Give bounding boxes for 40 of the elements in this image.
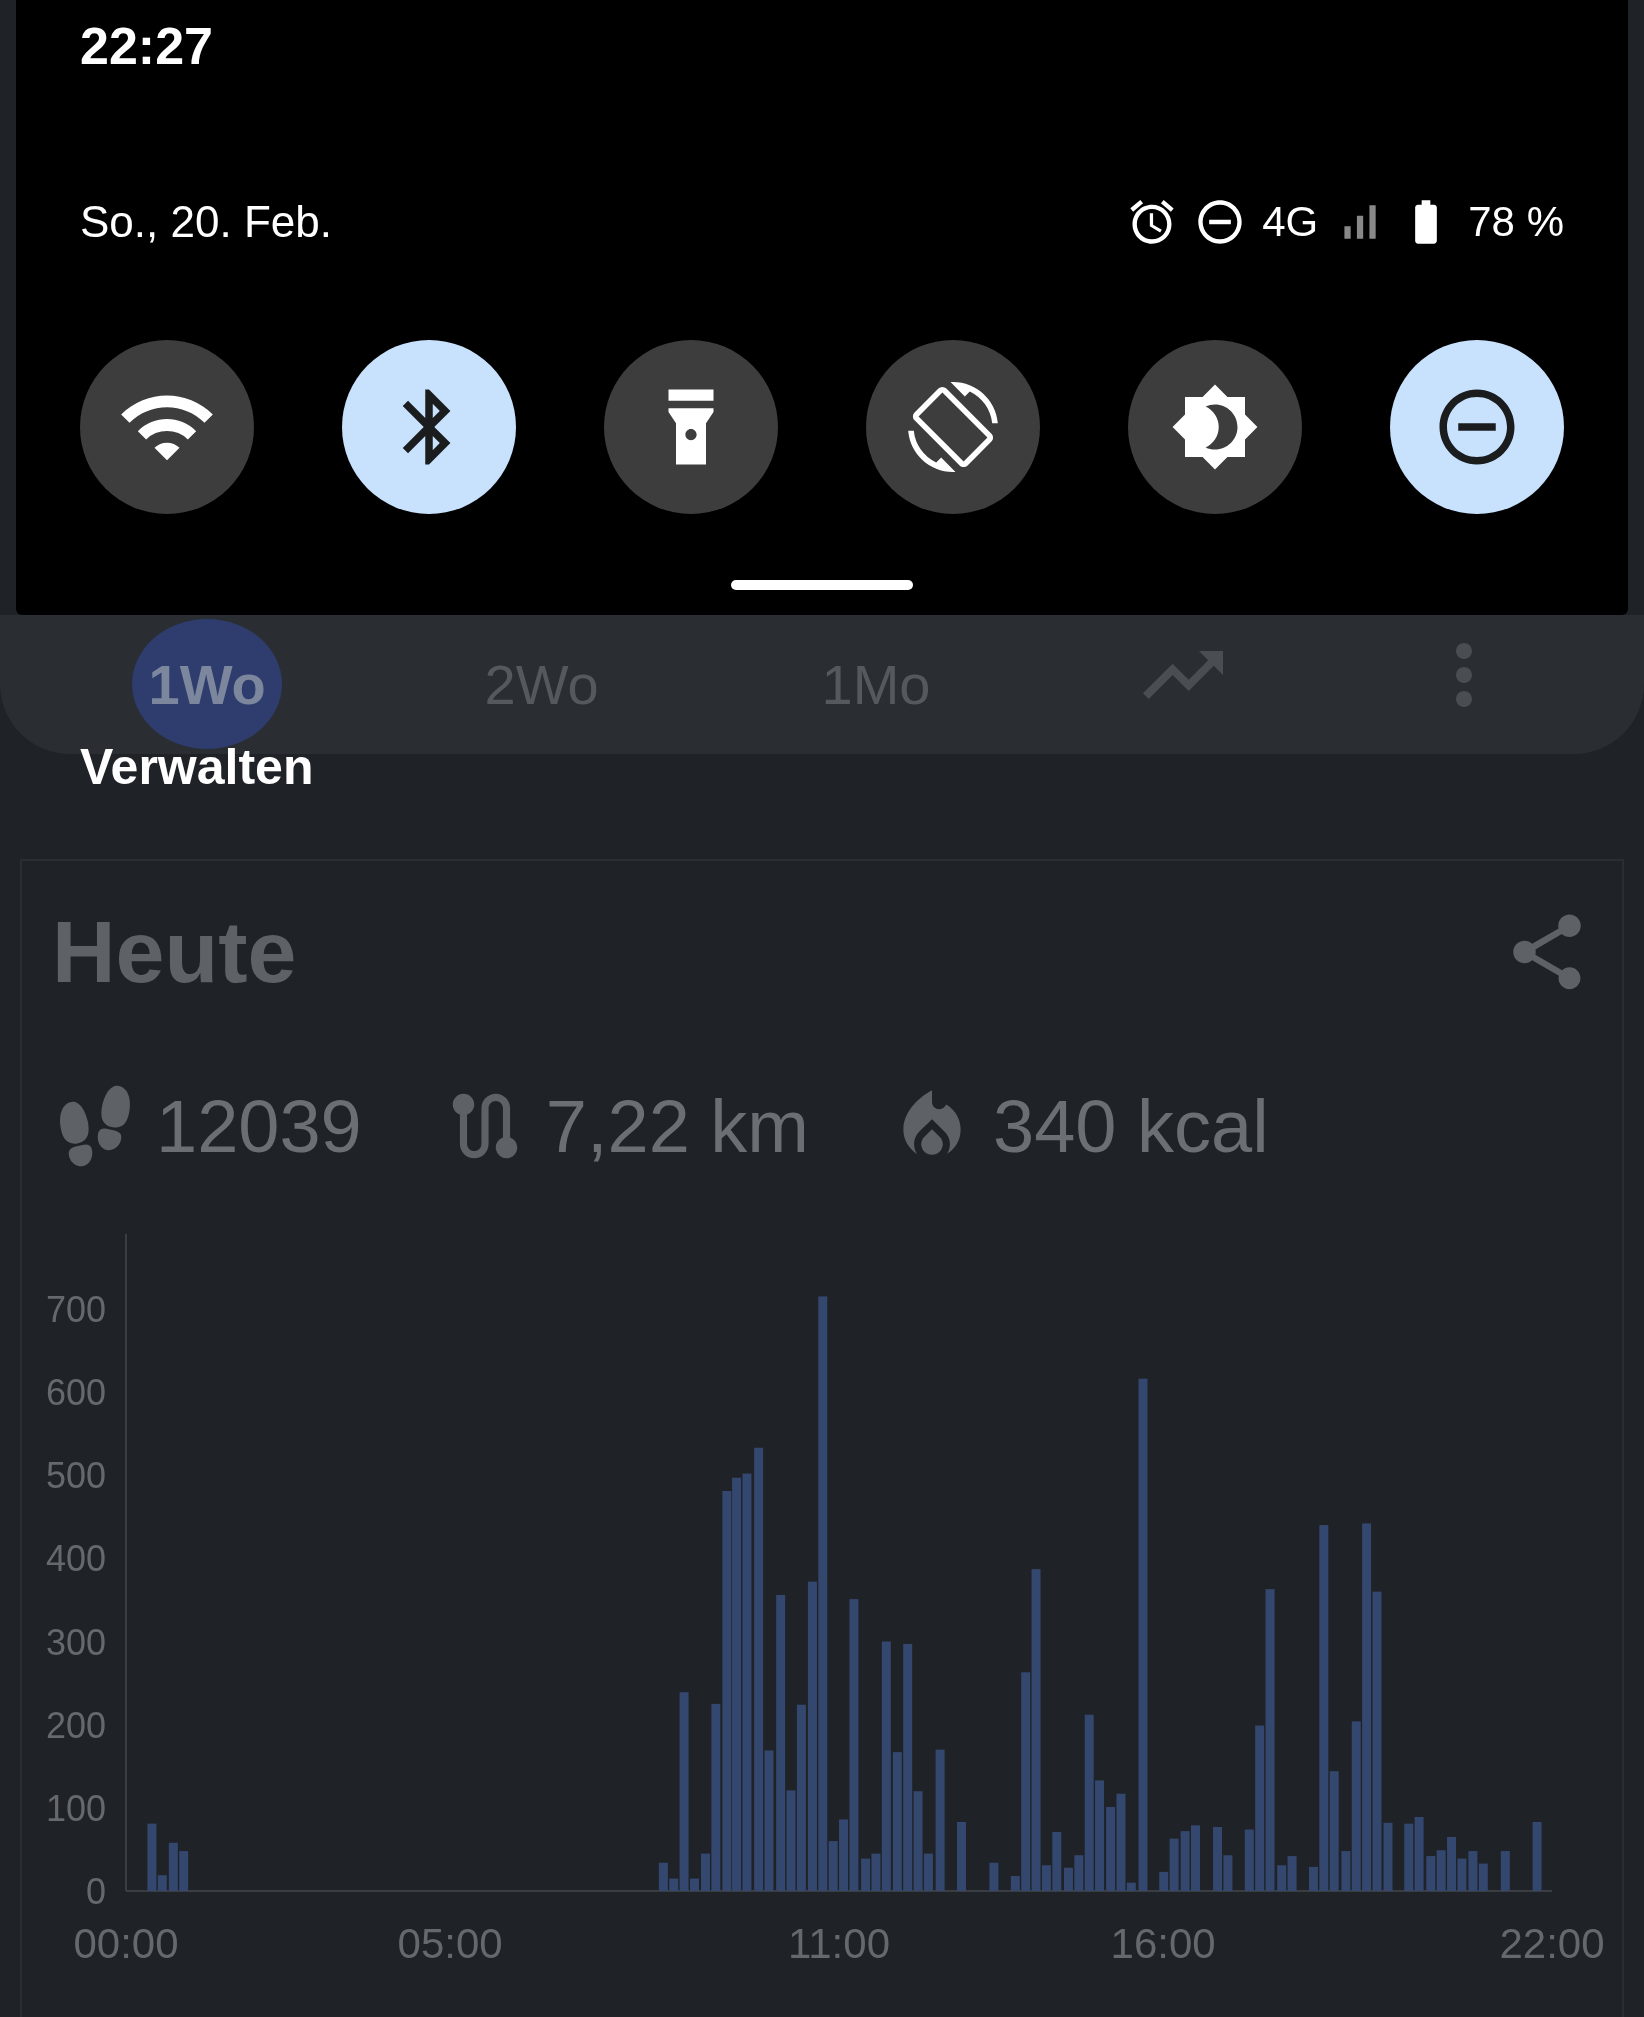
battery-percentage: 78 %: [1468, 198, 1564, 246]
bar: [1287, 1856, 1297, 1891]
axis-label: 100: [45, 1787, 106, 1829]
card-title: Heute: [52, 901, 297, 1003]
axis-label: 05:00: [397, 1920, 503, 1966]
date-text: So., 20. Feb.: [80, 197, 332, 247]
bar: [1532, 1821, 1542, 1891]
axis-label: 700: [45, 1288, 106, 1330]
bar: [1426, 1856, 1436, 1891]
axis-label: 400: [45, 1538, 106, 1580]
network-type: 4G: [1262, 198, 1319, 246]
axis-label: 200: [45, 1704, 106, 1746]
clock-time: 22:27: [80, 16, 214, 76]
rotate-icon: [908, 382, 998, 472]
bar: [1180, 1831, 1190, 1891]
axis-label: 16:00: [1110, 1920, 1216, 1966]
bar: [861, 1858, 871, 1891]
axis-label: 00:00: [73, 1920, 179, 1966]
bar: [1500, 1851, 1510, 1891]
bar: [1277, 1865, 1287, 1891]
bar: [957, 1821, 966, 1891]
bar: [1436, 1850, 1446, 1891]
axis-label: 11:00: [788, 1920, 890, 1966]
axis-label: 0: [85, 1871, 106, 1912]
axis-label: 300: [45, 1621, 106, 1663]
axis-label: 22:00: [1499, 1920, 1605, 1966]
brightness-icon: [1170, 382, 1260, 472]
axis-label: 500: [45, 1455, 106, 1497]
bar: [1478, 1863, 1488, 1891]
stat-value: 340 kcal: [993, 1083, 1269, 1169]
range-tab[interactable]: 1Wo: [132, 619, 283, 749]
bar: [1404, 1823, 1414, 1891]
stat-value: 12039: [156, 1083, 362, 1169]
stat-value: 7,22 km: [545, 1083, 809, 1169]
bar: [989, 1862, 999, 1891]
axis-label: 600: [45, 1372, 106, 1413]
bar: [1468, 1851, 1478, 1891]
drag-handle[interactable]: [731, 580, 913, 590]
bar: [1191, 1825, 1200, 1891]
bar: [179, 1851, 189, 1891]
